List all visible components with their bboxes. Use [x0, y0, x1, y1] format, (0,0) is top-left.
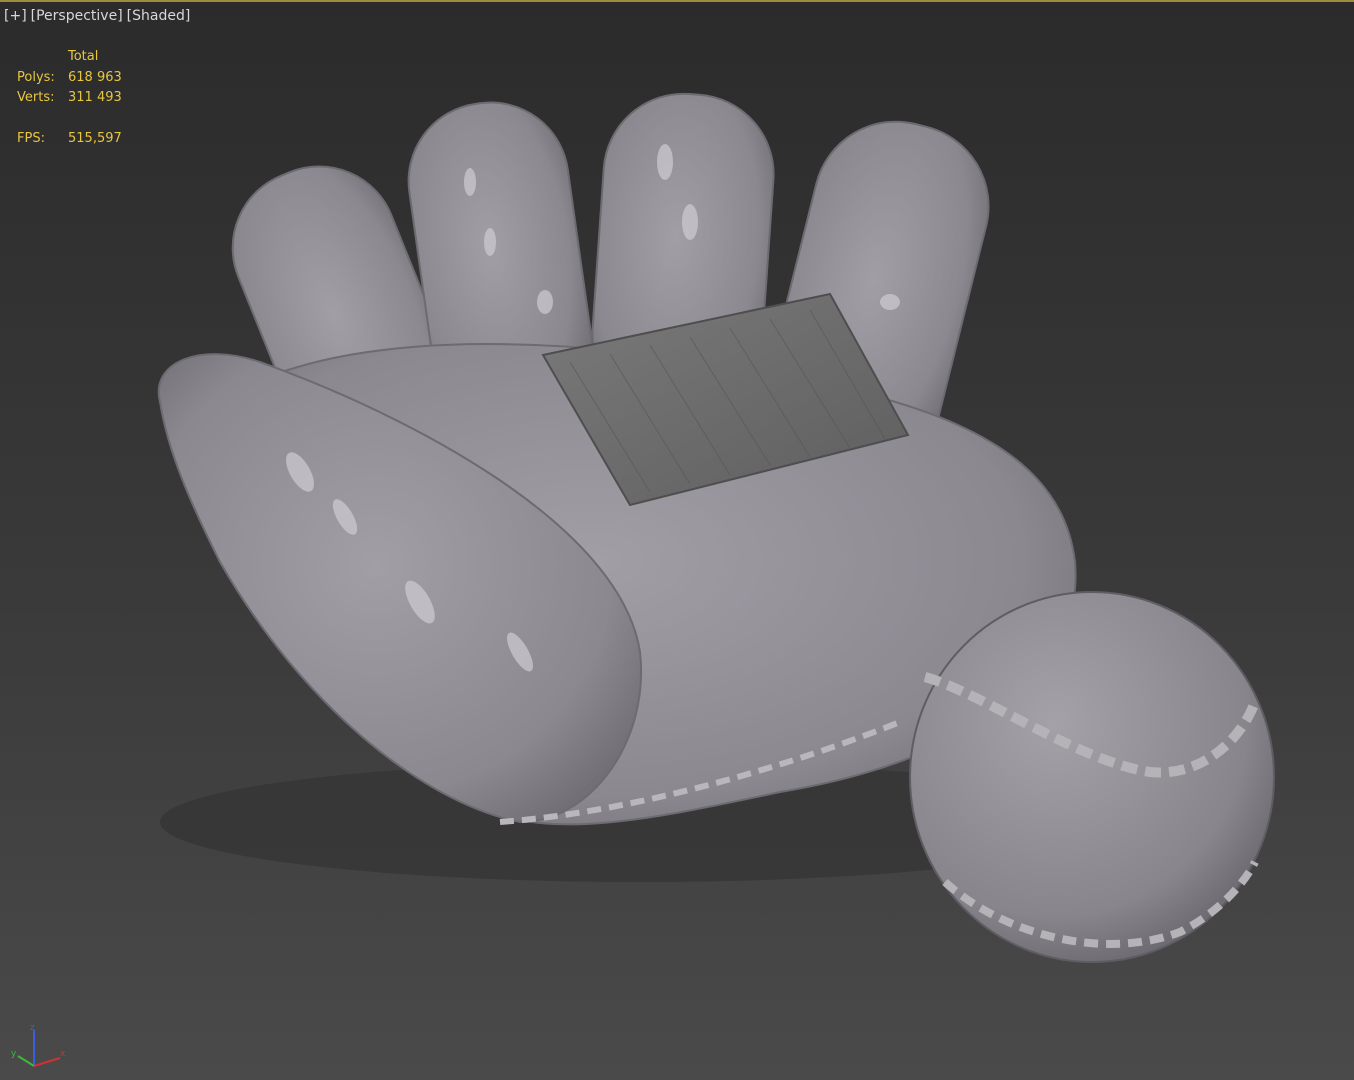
stats-fps-value: 515,597: [68, 130, 122, 146]
stats-verts-label: Verts:: [17, 90, 55, 105]
x-axis-line: [33, 1057, 61, 1067]
viewport-plus-menu[interactable]: [+]: [4, 8, 27, 24]
axis-gizmo-icon: z x y: [11, 1023, 66, 1067]
viewport-labels: [+] [Perspective] [Shaded]: [4, 8, 194, 24]
statistics-overlay: Total Polys: 618 963 Verts: 311 493 FPS:…: [17, 47, 122, 149]
stats-polys-value: 618 963: [68, 69, 122, 85]
y-axis-line: [17, 1055, 35, 1067]
viewport-view-menu[interactable]: [Perspective]: [31, 8, 123, 24]
ball-ottoman[interactable]: [909, 591, 1275, 963]
stats-polys-label: Polys:: [17, 69, 55, 85]
x-axis-label: x: [60, 1049, 66, 1059]
stats-fps-label: FPS:: [17, 130, 45, 146]
y-axis-label: y: [11, 1049, 17, 1059]
viewport-shading-menu[interactable]: [Shaded]: [127, 8, 191, 24]
stats-verts-value: 311 493: [68, 90, 122, 105]
stats-header: Total: [68, 49, 99, 64]
scene-render[interactable]: [0, 2, 1354, 1080]
z-axis-label: z: [30, 1023, 35, 1033]
perspective-viewport[interactable]: [+] [Perspective] [Shaded] Total Polys: 61…: [0, 0, 1354, 1080]
